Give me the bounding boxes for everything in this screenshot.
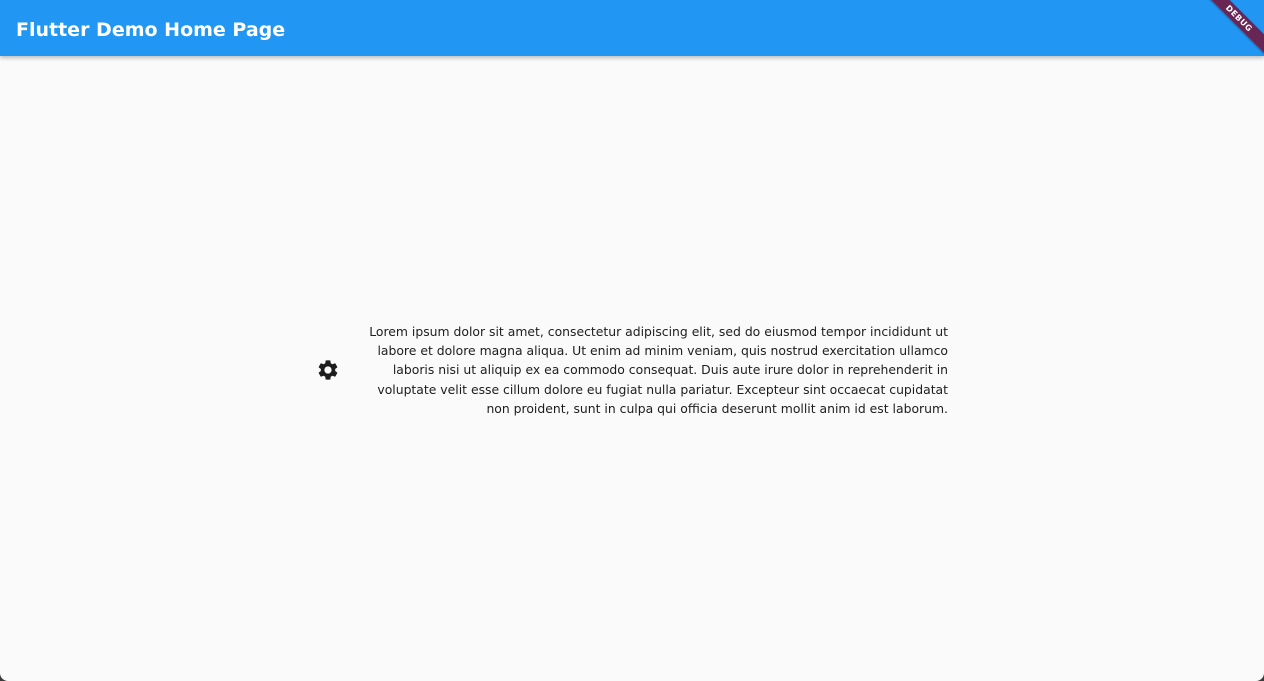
app-window: Flutter Demo Home Page DEBUG Lorem ipsum… xyxy=(0,0,1264,681)
app-bar: Flutter Demo Home Page xyxy=(0,0,1264,56)
settings-button[interactable] xyxy=(316,358,340,382)
gear-icon xyxy=(318,360,338,380)
main-content: Lorem ipsum dolor sit amet, consectetur … xyxy=(0,56,1264,681)
content-row: Lorem ipsum dolor sit amet, consectetur … xyxy=(316,322,948,418)
page-title: Flutter Demo Home Page xyxy=(16,19,286,41)
lorem-text: Lorem ipsum dolor sit amet, consectetur … xyxy=(369,324,948,416)
